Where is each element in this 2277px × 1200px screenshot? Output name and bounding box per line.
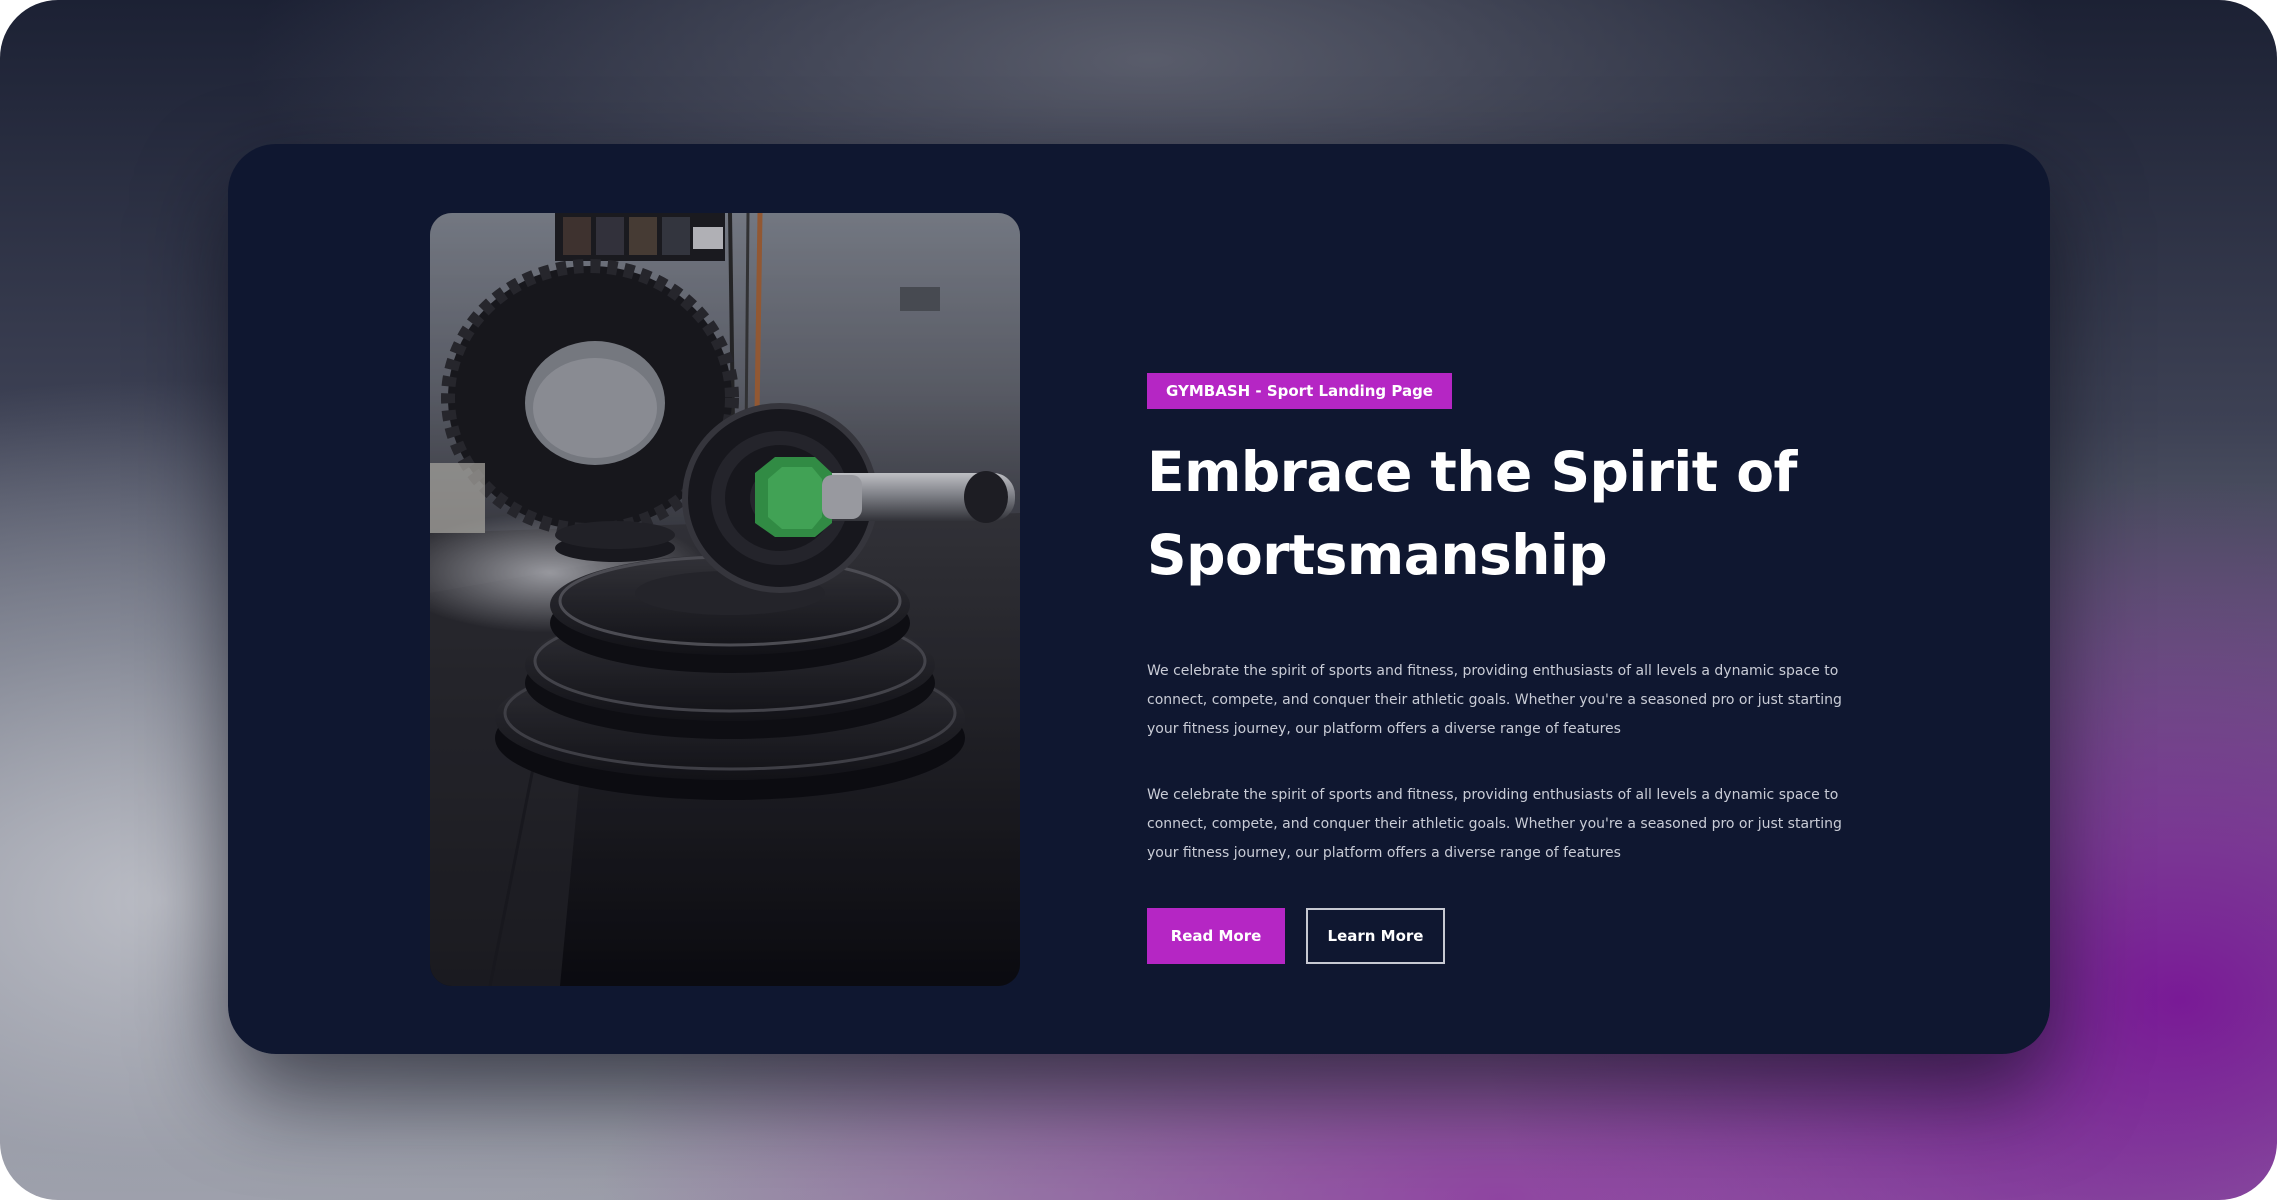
description-paragraph-2: We celebrate the spirit of sports and fi… xyxy=(1147,787,1842,861)
learn-more-button[interactable]: Learn More xyxy=(1306,908,1445,964)
headline-line-2: Sportsmanship xyxy=(1147,523,1608,587)
hero-content: GYMBASH - Sport Landing Page Embrace the… xyxy=(1147,373,1847,964)
brand-tag: GYMBASH - Sport Landing Page xyxy=(1147,373,1452,409)
headline-line-1: Embrace the Spirit of xyxy=(1147,440,1797,504)
hero-headline: Embrace the Spirit of Sportsmanship xyxy=(1147,431,1847,597)
cta-buttons: Read More Learn More xyxy=(1147,908,1847,964)
read-more-button[interactable]: Read More xyxy=(1147,908,1285,964)
hero-image xyxy=(430,213,1020,986)
description-paragraph-1: We celebrate the spirit of sports and fi… xyxy=(1147,663,1842,737)
background-canvas: GYMBASH - Sport Landing Page Embrace the… xyxy=(0,0,2277,1200)
